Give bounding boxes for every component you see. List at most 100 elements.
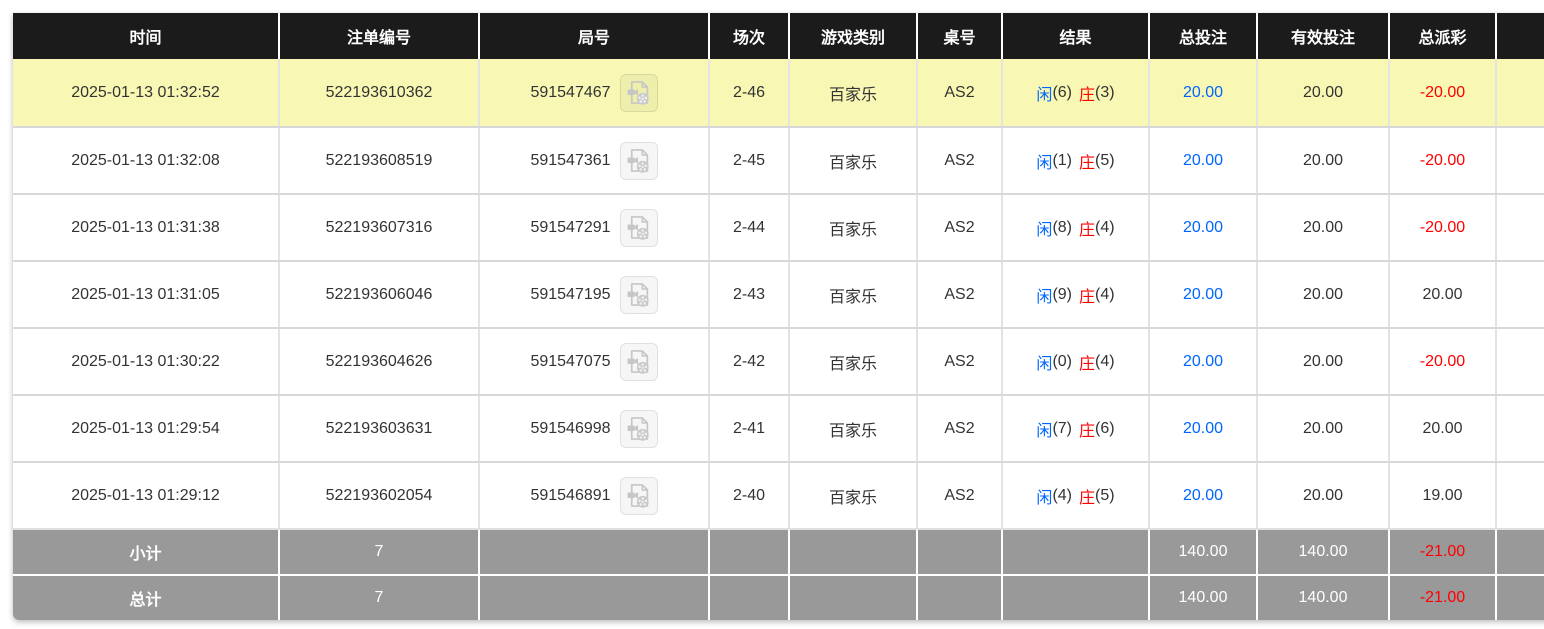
cell-total-bet: 20.00 (1148, 195, 1256, 260)
table-row[interactable]: 2025-01-13 01:31:38 522193607316 5915472… (13, 193, 1544, 260)
bet-records-table: 时间 注单编号 局号 场次 游戏类别 桌号 结果 总投注 有效投注 总派彩 20… (13, 13, 1544, 620)
cell-valid-bet: 20.00 (1256, 128, 1388, 193)
banker-result-score: (4) (1095, 219, 1115, 237)
cell-time: 2025-01-13 01:31:38 (13, 195, 278, 260)
cell-session: 2-42 (708, 329, 788, 394)
banker-result-label: 庄 (1079, 350, 1095, 374)
player-result-score: (6) (1052, 84, 1072, 102)
cell-extra (1495, 59, 1544, 126)
banker-result-score: (3) (1095, 84, 1115, 102)
grand-total-empty-cell (1001, 576, 1148, 620)
cell-session: 2-45 (708, 128, 788, 193)
player-result-label: 闲 (1036, 81, 1052, 105)
video-replay-button[interactable] (620, 343, 658, 381)
subtotal-empty-cell (708, 530, 788, 574)
cell-game-type: 百家乐 (788, 128, 916, 193)
cell-result: 闲(1)庄(5) (1001, 128, 1148, 193)
subtotal-valid-bet: 140.00 (1256, 530, 1388, 574)
video-file-icon (625, 348, 652, 375)
subtotal-empty-cell (916, 530, 1001, 574)
cell-game-type: 百家乐 (788, 262, 916, 327)
player-result-label: 闲 (1036, 216, 1052, 240)
video-replay-button[interactable] (620, 74, 658, 112)
player-result-label: 闲 (1036, 484, 1052, 508)
table-row[interactable]: 2025-01-13 01:29:54 522193603631 5915469… (13, 394, 1544, 461)
subtotal-empty-cell (1495, 530, 1544, 574)
round-number: 591546998 (530, 420, 610, 438)
video-file-icon (625, 214, 652, 241)
cell-table-no: AS2 (916, 463, 1001, 528)
cell-session: 2-44 (708, 195, 788, 260)
table-row[interactable]: 2025-01-13 01:29:12 522193602054 5915468… (13, 461, 1544, 528)
round-number: 591546891 (530, 487, 610, 505)
grand-total-empty-cell (1495, 576, 1544, 620)
cell-valid-bet: 20.00 (1256, 396, 1388, 461)
cell-result: 闲(7)庄(6) (1001, 396, 1148, 461)
cell-payout: -20.00 (1388, 128, 1495, 193)
cell-game-type: 百家乐 (788, 463, 916, 528)
subtotal-empty-cell (1001, 530, 1148, 574)
cell-payout: 20.00 (1388, 396, 1495, 461)
cell-result: 闲(9)庄(4) (1001, 262, 1148, 327)
cell-total-bet: 20.00 (1148, 59, 1256, 126)
video-replay-button[interactable] (620, 209, 658, 247)
cell-payout: 20.00 (1388, 262, 1495, 327)
cell-session: 2-46 (708, 59, 788, 126)
round-number: 591547291 (530, 219, 610, 237)
header-extra (1495, 13, 1544, 59)
subtotal-empty-cell (788, 530, 916, 574)
grand-total-empty-cell (708, 576, 788, 620)
subtotal-empty-cell (478, 530, 708, 574)
banker-result-score: (5) (1095, 152, 1115, 170)
header-valid-bet: 有效投注 (1256, 13, 1388, 59)
cell-result: 闲(6)庄(3) (1001, 59, 1148, 126)
cell-total-bet: 20.00 (1148, 262, 1256, 327)
video-replay-button[interactable] (620, 276, 658, 314)
table-row[interactable]: 2025-01-13 01:31:05 522193606046 5915471… (13, 260, 1544, 327)
banker-result-label: 庄 (1079, 283, 1095, 307)
cell-payout: -20.00 (1388, 59, 1495, 126)
cell-valid-bet: 20.00 (1256, 262, 1388, 327)
cell-time: 2025-01-13 01:29:54 (13, 396, 278, 461)
cell-valid-bet: 20.00 (1256, 59, 1388, 126)
cell-time: 2025-01-13 01:32:52 (13, 59, 278, 126)
cell-extra (1495, 128, 1544, 193)
cell-time: 2025-01-13 01:29:12 (13, 463, 278, 528)
cell-table-no: AS2 (916, 128, 1001, 193)
grand-total-total-bet: 140.00 (1148, 576, 1256, 620)
header-total-bet: 总投注 (1148, 13, 1256, 59)
banker-result-label: 庄 (1079, 216, 1095, 240)
banker-result-label: 庄 (1079, 149, 1095, 173)
cell-game-type: 百家乐 (788, 329, 916, 394)
grand-total-row: 总计 7 140.00 140.00 -21.00 (13, 574, 1544, 620)
table-row[interactable]: 2025-01-13 01:32:08 522193608519 5915473… (13, 126, 1544, 193)
cell-total-bet: 20.00 (1148, 463, 1256, 528)
player-result-label: 闲 (1036, 350, 1052, 374)
video-file-icon (625, 415, 652, 442)
table-row[interactable]: 2025-01-13 01:32:52 522193610362 5915474… (13, 59, 1544, 126)
cell-payout: 19.00 (1388, 463, 1495, 528)
cell-round-id: 591547075 (478, 329, 708, 394)
header-time: 时间 (13, 13, 278, 59)
player-result-score: (7) (1052, 420, 1072, 438)
cell-time: 2025-01-13 01:32:08 (13, 128, 278, 193)
player-result-score: (9) (1052, 286, 1072, 304)
subtotal-total-bet: 140.00 (1148, 530, 1256, 574)
player-result-score: (0) (1052, 353, 1072, 371)
header-bet-id: 注单编号 (278, 13, 478, 59)
cell-bet-id: 522193608519 (278, 128, 478, 193)
cell-session: 2-41 (708, 396, 788, 461)
cell-total-bet: 20.00 (1148, 396, 1256, 461)
player-result-label: 闲 (1036, 149, 1052, 173)
header-session: 场次 (708, 13, 788, 59)
video-replay-button[interactable] (620, 142, 658, 180)
cell-bet-id: 522193606046 (278, 262, 478, 327)
video-replay-button[interactable] (620, 477, 658, 515)
header-table-no: 桌号 (916, 13, 1001, 59)
cell-round-id: 591547467 (478, 59, 708, 126)
table-row[interactable]: 2025-01-13 01:30:22 522193604626 5915470… (13, 327, 1544, 394)
cell-payout: -20.00 (1388, 329, 1495, 394)
video-replay-button[interactable] (620, 410, 658, 448)
cell-payout: -20.00 (1388, 195, 1495, 260)
cell-bet-id: 522193604626 (278, 329, 478, 394)
